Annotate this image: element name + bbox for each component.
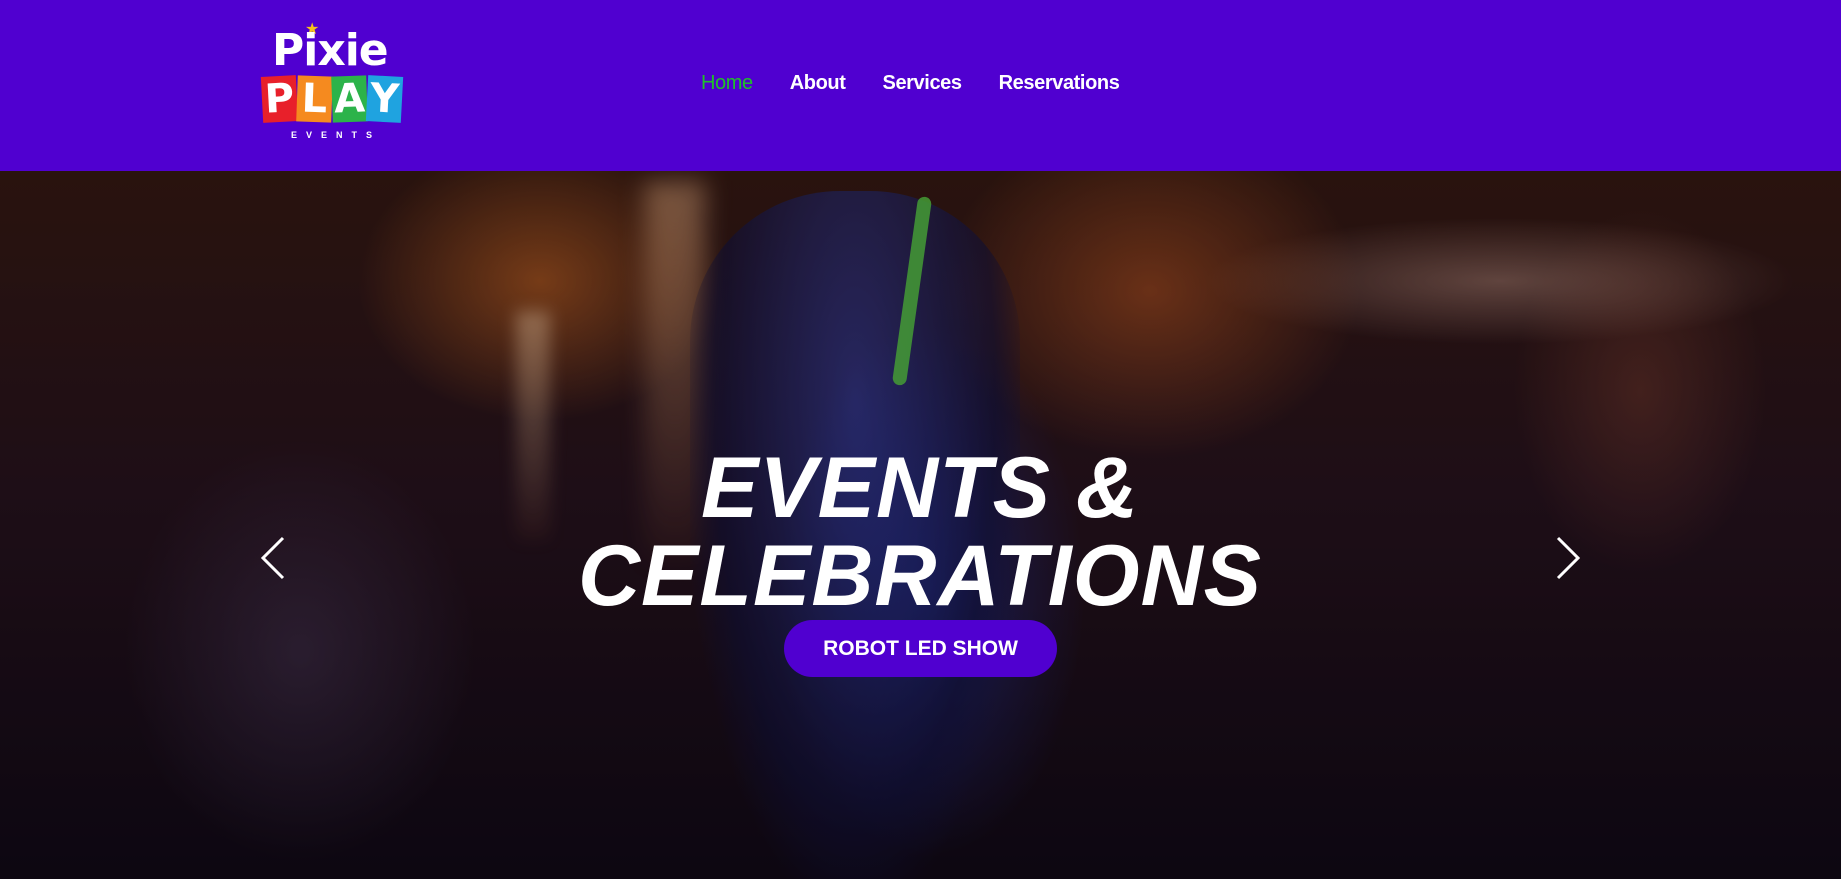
robot-led-show-button[interactable]: ROBOT LED SHOW — [784, 620, 1057, 677]
slideshow-next-button[interactable] — [1554, 535, 1582, 581]
nav-item-about[interactable]: About — [790, 70, 846, 96]
nav-item-reservations[interactable]: Reservations — [999, 70, 1120, 96]
logo-line-pixie: Pixie — [272, 25, 389, 76]
logo-letter: L — [296, 75, 333, 123]
logo-letter: A — [331, 75, 368, 123]
chevron-left-icon — [260, 536, 285, 580]
logo-letter: Y — [365, 75, 404, 123]
chevron-right-icon — [1556, 536, 1581, 580]
logo-line-play: P L A Y — [260, 75, 404, 123]
hero-title-line-2: CELEBRATIONS — [577, 528, 1263, 624]
main-nav: Home About Services Reservations — [701, 70, 1120, 96]
hero-slideshow: EVENTS & CELEBRATIONS ROBOT LED SHOW — [0, 171, 1841, 879]
site-header: ★ Pixie P L A Y EVENTS Home About Servic… — [0, 0, 1841, 171]
slideshow-prev-button[interactable] — [259, 535, 287, 581]
pixie-play-logo[interactable]: ★ Pixie P L A Y EVENTS — [258, 22, 414, 146]
nav-item-home[interactable]: Home — [701, 70, 753, 96]
hero-title-line-1: EVENTS & — [700, 440, 1140, 536]
nav-item-services[interactable]: Services — [883, 70, 963, 96]
logo-line-events: EVENTS — [290, 130, 381, 140]
logo-letter: P — [260, 75, 299, 123]
hero-title: EVENTS & CELEBRATIONS — [470, 444, 1370, 620]
